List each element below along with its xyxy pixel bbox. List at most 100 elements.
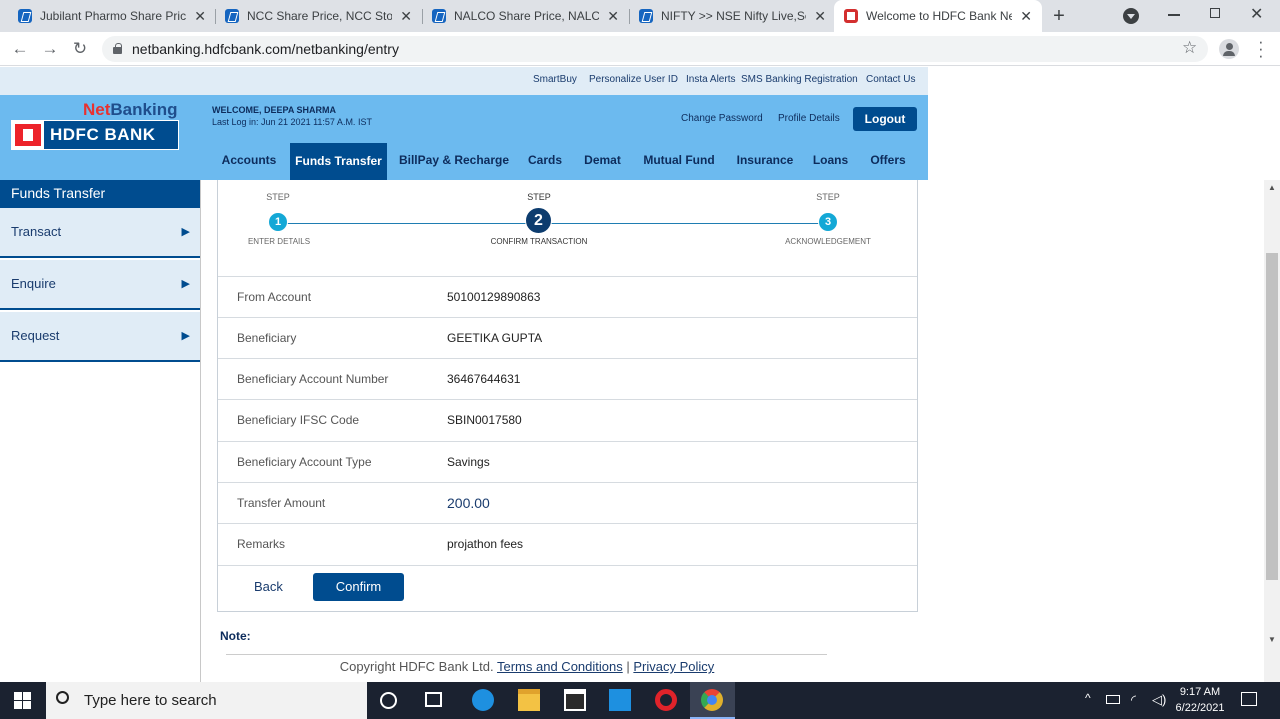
row-value: projathon fees [447,537,524,551]
row-label: Beneficiary IFSC Code [237,413,360,427]
row-label: Transfer Amount [237,496,326,510]
store-icon[interactable] [564,689,586,711]
step-3-caption: ACKNOWLEDGEMENT [785,237,871,246]
tab-title: NCC Share Price, NCC Stock P [247,9,393,23]
browser-tab[interactable]: NCC Share Price, NCC Stock P ✕ [215,0,422,32]
tab-search-icon[interactable] [1123,8,1139,24]
opera-browser-icon[interactable] [655,689,677,711]
menu-cards[interactable]: Cards [521,143,569,180]
tab-title: Welcome to HDFC Bank NetB [866,9,1013,23]
link-contact-us[interactable]: Contact Us [866,67,915,95]
detail-row: Transfer Amount 200.00 [218,482,917,523]
restore-window-icon[interactable] [1210,8,1220,18]
tab-title: NALCO Share Price, NALCO St [454,9,600,23]
transfer-amount-value: 200.00 [447,495,490,511]
close-tab-icon[interactable]: ✕ [400,8,412,25]
close-tab-icon[interactable]: ✕ [194,8,206,25]
close-window-icon[interactable]: ✕ [1250,4,1263,24]
sidebar-item-request[interactable]: Request ▶ [0,312,200,362]
browser-tab-active[interactable]: Welcome to HDFC Bank NetB ✕ [834,0,1042,32]
address-bar[interactable]: netbanking.hdfcbank.com/netbanking/entry [102,36,1208,62]
confirm-button[interactable]: Confirm [313,573,404,601]
site-favicon-icon [225,9,239,23]
site-favicon-icon [18,9,32,23]
chrome-icon[interactable] [701,689,723,711]
step-2-label: STEP [527,192,551,202]
scroll-down-icon[interactable]: ▼ [1264,632,1280,648]
triangle-right-icon: ▶ [181,278,190,290]
hdfc-bank-logo[interactable]: HDFC BANK [11,120,179,150]
volume-icon[interactable]: ◁) [1152,692,1166,708]
link-insta-alerts[interactable]: Insta Alerts [686,67,735,95]
minimize-window-icon[interactable] [1168,14,1180,16]
browser-tab[interactable]: NALCO Share Price, NALCO St ✕ [422,0,629,32]
step-3-circle: 3 [818,212,838,232]
file-explorer-icon[interactable] [518,689,540,711]
close-tab-icon[interactable]: ✕ [1020,8,1032,25]
sidebar-item-label: Request [11,328,60,343]
menu-loans[interactable]: Loans [808,143,853,180]
browser-menu-icon[interactable]: · · · [1258,33,1264,64]
row-value: Savings [447,455,490,469]
wifi-icon[interactable]: ◜ [1131,692,1136,708]
taskbar-search-box[interactable]: Type here to search [46,682,367,719]
logout-button[interactable]: Logout [853,107,917,131]
task-view-icon[interactable] [425,692,442,707]
privacy-link[interactable]: Privacy Policy [633,659,714,674]
row-label: Beneficiary Account Number [237,372,389,386]
hdfc-logo-mark-icon [12,121,44,149]
battery-icon[interactable] [1106,695,1120,704]
show-hidden-icons-icon[interactable]: ^ [1085,691,1091,705]
change-password-link[interactable]: Change Password [681,113,763,124]
cortana-icon[interactable] [380,692,397,709]
url-text: netbanking.hdfcbank.com/netbanking/entry [132,41,399,57]
sidebar-item-enquire[interactable]: Enquire ▶ [0,260,200,310]
detail-row: Beneficiary Account Number 36467644631 [218,358,917,399]
detail-row: From Account 50100129890863 [218,276,917,317]
sidebar-item-transact[interactable]: Transact ▶ [0,208,200,258]
close-tab-icon[interactable]: ✕ [814,8,826,25]
link-personalize-user-id[interactable]: Personalize User ID [589,67,678,95]
close-tab-icon[interactable]: ✕ [607,8,619,25]
system-clock[interactable]: 9:17 AM 6/22/2021 [1170,684,1230,716]
welcome-message: WELCOME, DEEPA SHARMA [212,105,337,115]
row-label: From Account [237,290,312,304]
step-1-caption: ENTER DETAILS [247,237,311,246]
row-value: SBIN0017580 [447,413,522,427]
windows-start-icon[interactable] [14,692,31,709]
link-sms-banking-registration[interactable]: SMS Banking Registration [741,67,858,95]
scroll-up-icon[interactable]: ▲ [1264,180,1280,196]
browser-tab[interactable]: NIFTY >> NSE Nifty Live,Sens ✕ [629,0,836,32]
detail-row: Beneficiary Account Type Savings [218,441,917,482]
menu-billpay-recharge[interactable]: BillPay & Recharge [393,143,515,180]
lock-icon [113,43,122,54]
profile-avatar-icon[interactable] [1219,39,1239,59]
browser-tab[interactable]: Jubilant Pharmo Share Price, ✕ [8,0,216,32]
terms-link[interactable]: Terms and Conditions [497,659,623,674]
menu-accounts[interactable]: Accounts [214,143,284,180]
clock-date: 6/22/2021 [1175,702,1225,714]
back-link[interactable]: Back [254,579,283,594]
scrollbar-thumb[interactable] [1266,253,1278,580]
menu-demat[interactable]: Demat [577,143,628,180]
bookmark-star-icon[interactable]: ☆ [1182,38,1197,58]
back-arrow-icon[interactable]: ← [7,37,33,61]
reload-icon[interactable]: ↻ [67,37,93,61]
profile-details-link[interactable]: Profile Details [778,113,840,124]
edge-browser-icon[interactable] [472,689,494,711]
tab-title: Jubilant Pharmo Share Price, [40,9,187,23]
sidebar-title: Funds Transfer [0,180,200,208]
menu-insurance[interactable]: Insurance [730,143,800,180]
forward-arrow-icon[interactable]: → [37,37,63,61]
clock-time: 9:17 AM [1179,686,1221,698]
note-heading: Note: [220,629,251,643]
notifications-icon[interactable] [1241,692,1257,706]
mail-icon[interactable] [609,689,631,711]
new-tab-button[interactable]: + [1048,4,1070,28]
menu-funds-transfer[interactable]: Funds Transfer [290,143,387,180]
menu-mutual-fund[interactable]: Mutual Fund [637,143,721,180]
search-placeholder: Type here to search [84,692,217,709]
row-label: Remarks [237,537,286,551]
link-smartbuy[interactable]: SmartBuy [533,67,577,95]
menu-offers[interactable]: Offers [863,143,913,180]
